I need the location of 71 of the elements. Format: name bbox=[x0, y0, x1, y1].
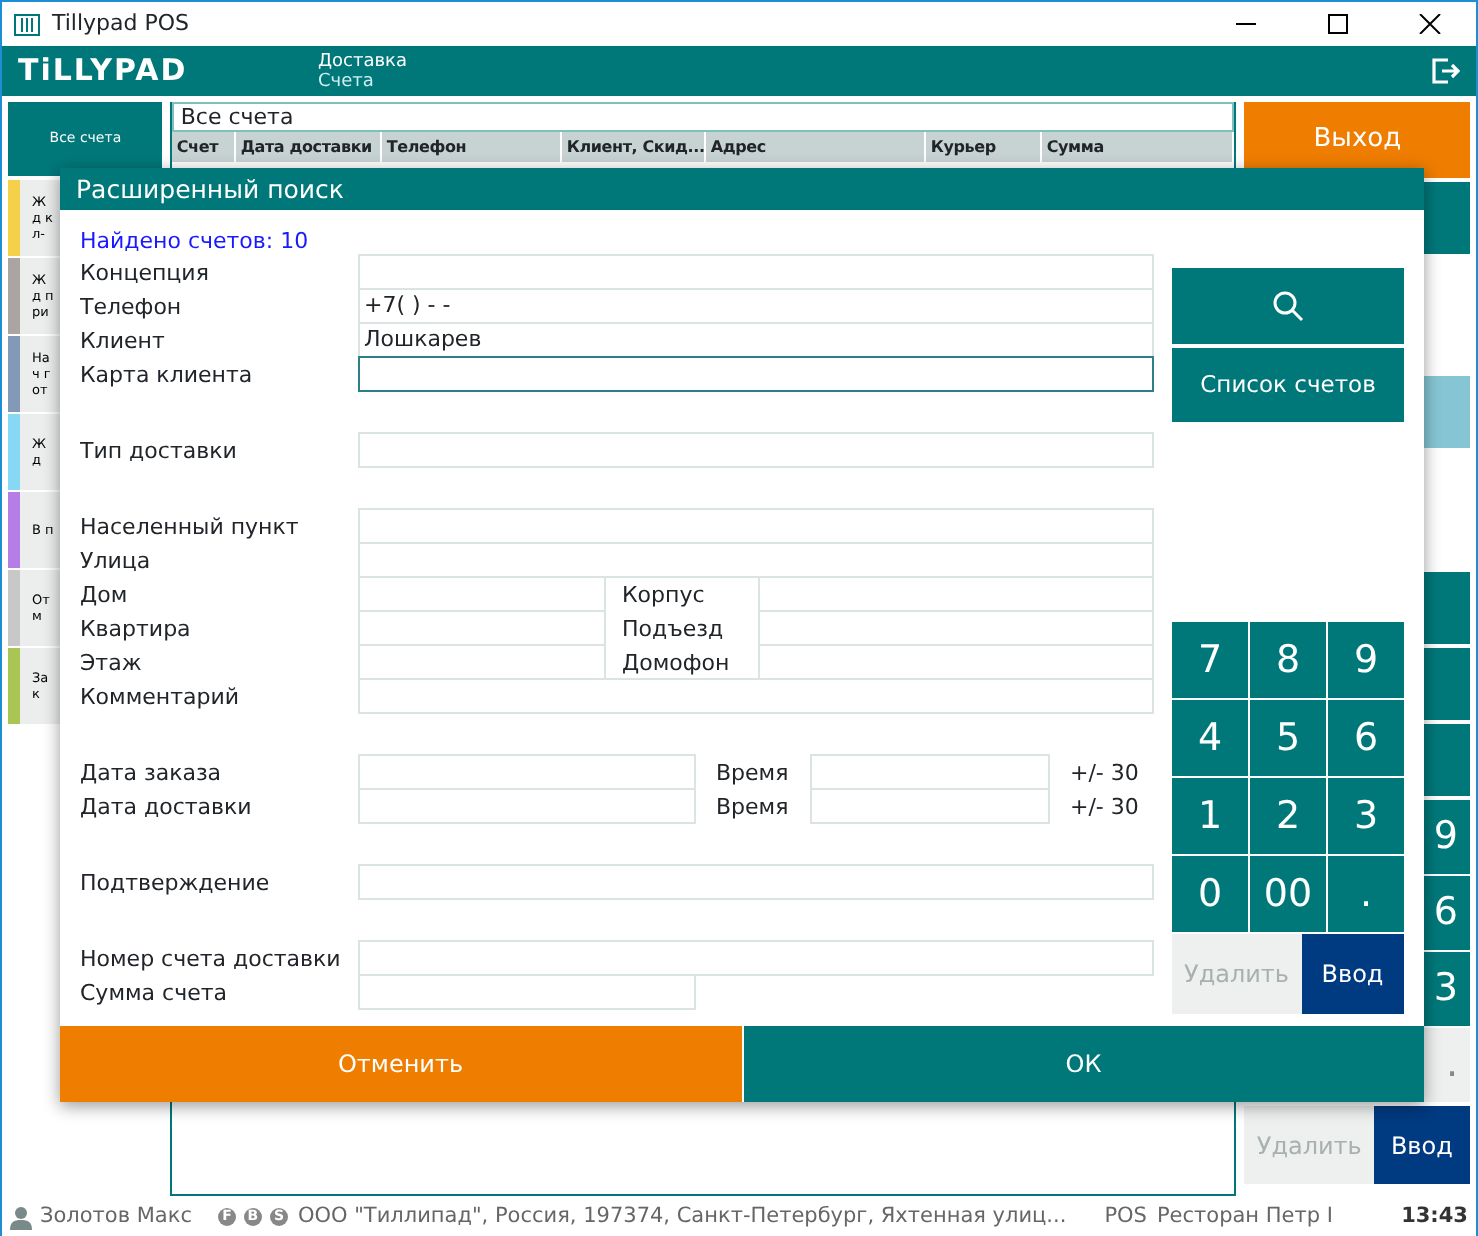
field-label: Подтверждение bbox=[80, 868, 272, 900]
field-label: Населенный пункт bbox=[80, 512, 301, 544]
dialog-title: Расширенный поиск bbox=[60, 168, 1424, 210]
terminal-label: POS bbox=[1104, 1201, 1147, 1232]
app-icon bbox=[14, 13, 40, 35]
column-header[interactable]: Сумма bbox=[1042, 132, 1235, 162]
logout-icon[interactable] bbox=[1432, 58, 1460, 84]
field-label: Дом bbox=[80, 580, 130, 612]
found-count: Найдено счетов: 10 bbox=[80, 226, 311, 256]
field-label: Домофон bbox=[620, 648, 732, 680]
cancel-button[interactable]: Отменить bbox=[60, 1026, 741, 1102]
column-header[interactable]: Дата доставки bbox=[236, 132, 383, 162]
enter-button[interactable]: Ввод bbox=[1301, 934, 1404, 1014]
time-field[interactable] bbox=[810, 788, 1050, 824]
numpad-key[interactable]: 4 bbox=[1172, 700, 1248, 776]
field-label: Карта клиента bbox=[80, 360, 255, 392]
input-field[interactable] bbox=[358, 356, 1154, 392]
clock: 13:43 bbox=[1401, 1201, 1468, 1232]
section-title: Доставка bbox=[318, 51, 407, 71]
field-label: Время bbox=[714, 792, 791, 824]
input-field[interactable]: Лошкарев bbox=[358, 322, 1154, 358]
numpad-key[interactable]: 00 bbox=[1250, 856, 1326, 932]
field-label: Сумма счета bbox=[80, 978, 229, 1010]
user-icon bbox=[10, 1205, 32, 1229]
field-label: Дата доставки bbox=[80, 792, 254, 824]
numpad-key[interactable]: 3 bbox=[1328, 778, 1404, 854]
search-icon bbox=[1272, 290, 1304, 322]
column-header[interactable]: Счет bbox=[172, 132, 237, 162]
filter-field[interactable]: Все счета bbox=[172, 102, 1235, 132]
column-header[interactable]: Адрес bbox=[706, 132, 927, 162]
tolerance-label: +/- 30 bbox=[1068, 758, 1139, 790]
enter-button[interactable]: Ввод bbox=[1373, 1106, 1470, 1184]
invoice-list-button[interactable]: Список счетов bbox=[1172, 348, 1404, 422]
numpad-key[interactable]: . bbox=[1328, 856, 1404, 932]
tolerance-label: +/- 30 bbox=[1068, 792, 1139, 824]
window-title: Tillypad POS bbox=[52, 7, 190, 40]
logo: TiLLYPAD bbox=[18, 50, 190, 93]
column-header[interactable]: Клиент, Скид... bbox=[562, 132, 707, 162]
numpad-key[interactable]: 0 bbox=[1172, 856, 1248, 932]
ok-button[interactable]: ОК bbox=[741, 1026, 1424, 1102]
column-header[interactable]: Курьер bbox=[926, 132, 1043, 162]
field-label: Телефон bbox=[80, 292, 184, 324]
field-label: Комментарий bbox=[80, 682, 242, 714]
numpad-key[interactable]: 8 bbox=[1250, 622, 1326, 698]
field-label: Время bbox=[714, 758, 791, 790]
search-button[interactable] bbox=[1172, 268, 1404, 344]
field-label: Тип доставки bbox=[80, 436, 239, 468]
field-label: Клиент bbox=[80, 326, 167, 358]
field-label: Номер счета доставки bbox=[80, 944, 343, 976]
close-icon bbox=[1418, 14, 1442, 34]
field-label: Этаж bbox=[80, 648, 144, 680]
column-header[interactable]: Телефон bbox=[382, 132, 563, 162]
maximize-icon bbox=[1326, 14, 1350, 34]
numpad-key[interactable]: 2 bbox=[1250, 778, 1326, 854]
field-label: Улица bbox=[80, 546, 153, 578]
numpad-key[interactable]: 7 bbox=[1172, 622, 1248, 698]
numpad-key[interactable]: 9 bbox=[1328, 622, 1404, 698]
input-field[interactable]: +7( ) - - bbox=[358, 288, 1154, 324]
time-field[interactable] bbox=[810, 754, 1050, 790]
field-label: Концепция bbox=[80, 258, 211, 290]
restaurant-name: Ресторан Петр I bbox=[1156, 1201, 1333, 1232]
field-label: Корпус bbox=[620, 580, 707, 612]
numpad-key[interactable]: 5 bbox=[1250, 700, 1326, 776]
field-label: Дата заказа bbox=[80, 758, 224, 790]
section-subtitle: Счета bbox=[318, 71, 376, 91]
field-label: Квартира bbox=[80, 614, 193, 646]
company-address: ООО "Тиллипад", Россия, 197374, Санкт-Петербург, Яхтенная улиц... bbox=[297, 1201, 1067, 1232]
field-label: Подъезд bbox=[620, 614, 726, 646]
numpad-key[interactable]: 6 bbox=[1328, 700, 1404, 776]
user-name: Золотов Макс bbox=[40, 1201, 192, 1232]
numpad-key[interactable]: 1 bbox=[1172, 778, 1248, 854]
